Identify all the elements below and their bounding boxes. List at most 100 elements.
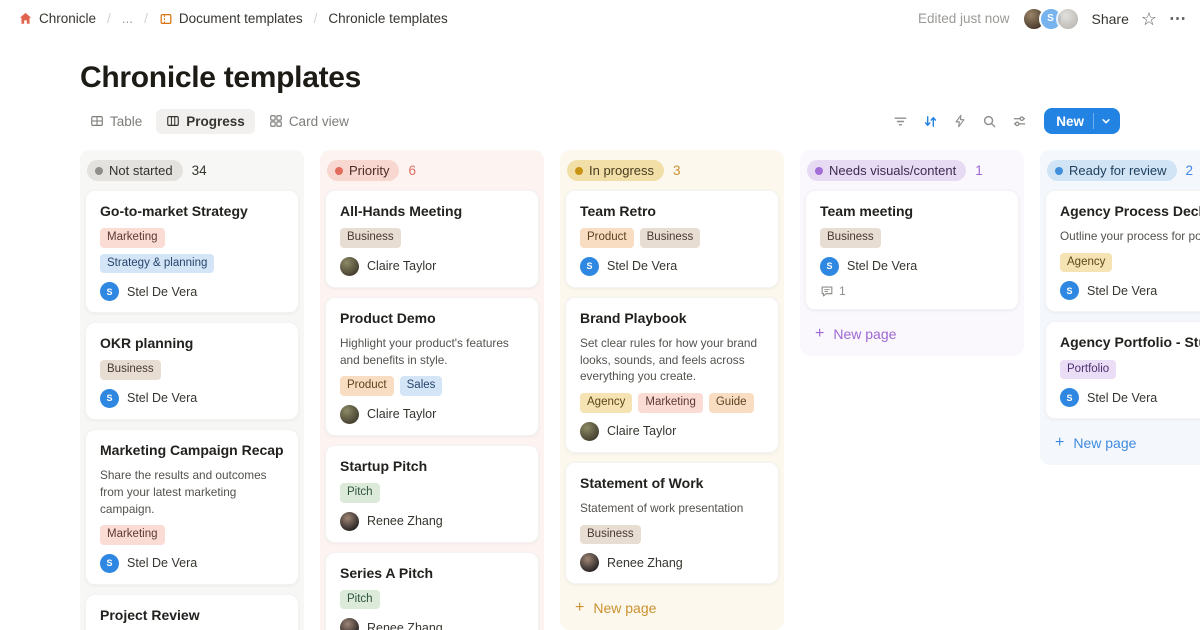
view-settings-sliders-icon[interactable] xyxy=(1012,114,1027,129)
kanban-card[interactable]: OKR planning Business S Stel De Vera xyxy=(85,322,299,420)
kanban-card[interactable]: Brand Playbook Set clear rules for how y… xyxy=(565,297,779,453)
kanban-card[interactable]: Product Demo Highlight your product's fe… xyxy=(325,297,539,436)
top-bar: Chronicle / ... / Document templates / C… xyxy=(0,0,1200,37)
column-header[interactable]: Needs visuals/content 1 xyxy=(805,155,1019,190)
kanban-card[interactable]: Agency Portfolio - Studio Portfolio S St… xyxy=(1045,321,1200,419)
column-cards: Agency Process Deck Outline your process… xyxy=(1045,190,1200,419)
share-button[interactable]: Share xyxy=(1092,11,1129,27)
tag-agency: Agency xyxy=(580,393,632,413)
new-page-button[interactable]: + New page xyxy=(1045,429,1200,457)
card-title: OKR planning xyxy=(100,334,284,352)
chevron-down-icon[interactable] xyxy=(1101,116,1120,126)
breadcrumb-workspace[interactable]: Chronicle xyxy=(14,9,100,28)
kanban-card[interactable]: Marketing Campaign Recap Share the resul… xyxy=(85,429,299,585)
status-dot-icon xyxy=(815,167,823,175)
status-pill: Not started xyxy=(87,160,183,181)
card-title: Go-to-market Strategy xyxy=(100,202,284,220)
breadcrumb-current-page[interactable]: Chronicle templates xyxy=(324,9,451,28)
kanban-card[interactable]: Team meeting Business S Stel De Vera 1 xyxy=(805,190,1019,310)
column-header[interactable]: In progress 3 xyxy=(565,155,779,190)
column-header[interactable]: Priority 6 xyxy=(325,155,539,190)
breadcrumb-separator: / xyxy=(314,11,318,26)
assignee-name: Stel De Vera xyxy=(127,556,197,570)
plus-icon: + xyxy=(815,325,824,343)
card-description: Highlight your product's features and be… xyxy=(340,335,524,369)
column-status-label: Ready for review xyxy=(1069,163,1167,178)
card-tags: Business xyxy=(820,228,1004,248)
new-button[interactable]: New xyxy=(1044,108,1120,134)
breadcrumb-ellipsis[interactable]: ... xyxy=(118,9,137,28)
card-assignee: S Stel De Vera xyxy=(580,257,764,276)
card-description: Outline your process for potenti xyxy=(1060,228,1200,245)
card-assignee: S Stel De Vera xyxy=(1060,388,1200,407)
card-title: Agency Process Deck xyxy=(1060,202,1200,220)
card-assignee: S Stel De Vera xyxy=(100,389,284,408)
plus-icon: + xyxy=(575,599,584,617)
tag-business: Business xyxy=(580,525,641,545)
column-status-label: Priority xyxy=(349,163,389,178)
card-tags: Pitch xyxy=(340,590,524,610)
assignee-name: Stel De Vera xyxy=(847,259,917,273)
automation-bolt-icon[interactable] xyxy=(953,114,967,128)
breadcrumb-document-templates[interactable]: Document templates xyxy=(155,9,307,28)
tag-portfolio: Portfolio xyxy=(1060,360,1116,380)
kanban-card[interactable]: Series A Pitch Pitch Renee Zhang xyxy=(325,552,539,630)
board-column-needs-visuals-content: Needs visuals/content 1 Team meeting Bus… xyxy=(800,150,1024,356)
card-title: Series A Pitch xyxy=(340,564,524,582)
home-icon xyxy=(18,11,33,26)
card-title: Project Review xyxy=(100,606,284,624)
tag-agency: Agency xyxy=(1060,253,1112,273)
status-dot-icon xyxy=(95,167,103,175)
avatar xyxy=(340,618,359,630)
filter-icon[interactable] xyxy=(893,114,908,129)
sort-icon[interactable] xyxy=(923,114,938,129)
avatar xyxy=(340,405,359,424)
tab-card-view[interactable]: Card view xyxy=(259,109,359,134)
tag-sales: Sales xyxy=(400,376,443,396)
assignee-name: Claire Taylor xyxy=(367,259,436,273)
page-title: Chronicle templates xyxy=(80,61,1120,95)
card-assignee: Claire Taylor xyxy=(580,422,764,441)
assignee-name: Stel De Vera xyxy=(607,259,677,273)
new-page-button[interactable]: + New page xyxy=(565,594,779,622)
new-page-button[interactable]: + New page xyxy=(805,320,1019,348)
kanban-card[interactable]: Project Review BusinessProduct S Stel De… xyxy=(85,594,299,630)
assignee-name: Stel De Vera xyxy=(1087,284,1157,298)
kanban-card[interactable]: All-Hands Meeting Business Claire Taylor xyxy=(325,190,539,288)
board-column-not-started: Not started 34 Go-to-market Strategy Mar… xyxy=(80,150,304,630)
kanban-card[interactable]: Startup Pitch Pitch Renee Zhang xyxy=(325,445,539,543)
avatar: S xyxy=(100,389,119,408)
favorite-star-icon[interactable]: ☆ xyxy=(1141,10,1157,28)
card-assignee: Claire Taylor xyxy=(340,257,524,276)
column-header[interactable]: Ready for review 2 xyxy=(1045,155,1200,190)
button-divider xyxy=(1093,113,1094,129)
avatar: S xyxy=(1060,281,1079,300)
column-count: 6 xyxy=(408,163,416,178)
card-tags: MarketingStrategy & planning xyxy=(100,228,284,273)
search-icon[interactable] xyxy=(982,114,997,129)
card-tags: Business xyxy=(100,360,284,380)
board-column-in-progress: In progress 3 Team Retro ProductBusiness… xyxy=(560,150,784,630)
kanban-card[interactable]: Agency Process Deck Outline your process… xyxy=(1045,190,1200,312)
column-cards: Go-to-market Strategy MarketingStrategy … xyxy=(85,190,299,630)
tag-marketing: Marketing xyxy=(638,393,703,413)
column-header[interactable]: Not started 34 xyxy=(85,155,299,190)
tab-table[interactable]: Table xyxy=(80,109,152,134)
kanban-card[interactable]: Statement of Work Statement of work pres… xyxy=(565,462,779,584)
kanban-card[interactable]: Team Retro ProductBusiness S Stel De Ver… xyxy=(565,190,779,288)
board-column-ready-for-review: Ready for review 2 Agency Process Deck O… xyxy=(1040,150,1200,465)
assignee-name: Renee Zhang xyxy=(607,556,683,570)
kanban-card[interactable]: Go-to-market Strategy MarketingStrategy … xyxy=(85,190,299,313)
tab-progress[interactable]: Progress xyxy=(156,109,255,134)
assignee-name: Stel De Vera xyxy=(127,391,197,405)
more-options-icon[interactable]: ⋯ xyxy=(1169,10,1186,27)
card-title: Team meeting xyxy=(820,202,1004,220)
tag-pitch: Pitch xyxy=(340,483,380,503)
new-page-label: New page xyxy=(833,326,896,342)
tab-label: Progress xyxy=(186,114,245,129)
card-assignee: S Stel De Vera xyxy=(820,257,1004,276)
views-toolbar: Table Progress Card view New xyxy=(80,108,1120,134)
view-controls: New xyxy=(893,108,1120,134)
card-tags: ProductSales xyxy=(340,376,524,396)
column-cards: Team Retro ProductBusiness S Stel De Ver… xyxy=(565,190,779,584)
